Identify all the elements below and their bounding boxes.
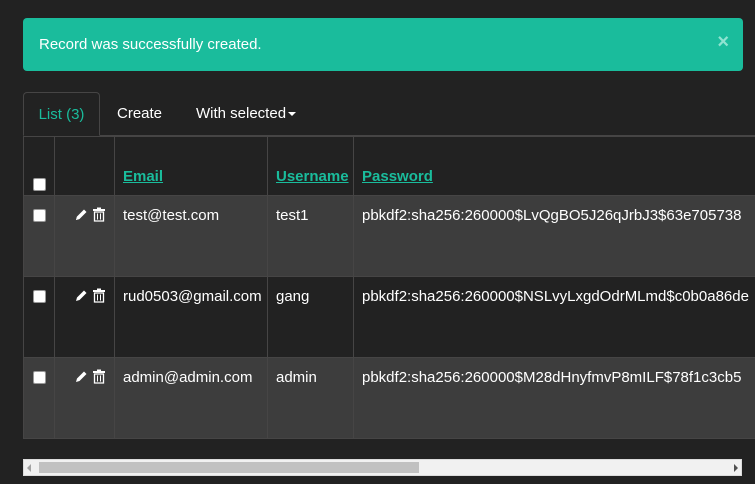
pencil-icon[interactable]: [74, 207, 88, 222]
row-actions-cell: [54, 195, 115, 277]
row-password-cell: pbkdf2:sha256:260000$M28dHnyfmvP8mILF$78…: [353, 357, 755, 439]
row-checkbox[interactable]: [32, 209, 46, 222]
trash-icon[interactable]: [92, 288, 106, 303]
page: Record was successfully created. × List …: [0, 0, 755, 484]
table-row: admin@admin.com admin pbkdf2:sha256:2600…: [23, 357, 755, 439]
row-select-cell: [23, 357, 55, 439]
row-checkbox[interactable]: [32, 371, 46, 384]
trash-icon[interactable]: [92, 207, 106, 222]
header-select-cell: [23, 136, 55, 196]
sort-username-link[interactable]: Username: [276, 168, 349, 185]
header-email-cell: Email: [114, 136, 268, 196]
row-actions-cell: [54, 276, 115, 358]
row-select-cell: [23, 195, 55, 277]
row-username-cell: gang: [267, 276, 354, 358]
row-email-cell: admin@admin.com: [114, 357, 268, 439]
alert-message: Record was successfully created.: [39, 36, 262, 53]
scroll-right-arrow-icon[interactable]: [734, 464, 738, 472]
table-header-row: Email Username Password: [23, 136, 755, 196]
row-password-cell: pbkdf2:sha256:260000$NSLvyLxgdOdrMLmd$c0…: [353, 276, 755, 358]
scroll-left-arrow-icon[interactable]: [27, 464, 31, 472]
header-password-cell: Password: [353, 136, 755, 196]
table-container: Email Username Password test@test.com te…: [23, 136, 755, 439]
nav-tabs: List (3) Create With selected: [23, 92, 755, 136]
table-row: test@test.com test1 pbkdf2:sha256:260000…: [23, 195, 755, 277]
tab-create[interactable]: Create: [117, 92, 162, 136]
tab-with-selected-dropdown[interactable]: With selected: [196, 92, 297, 136]
tab-list-label: List (3): [38, 106, 85, 123]
tab-list[interactable]: List (3): [23, 92, 100, 136]
horizontal-scrollbar[interactable]: [23, 459, 742, 476]
sort-email-link[interactable]: Email: [123, 168, 163, 185]
tab-with-selected-label: With selected: [196, 105, 287, 122]
scrollbar-thumb[interactable]: [39, 462, 419, 473]
records-table: Email Username Password test@test.com te…: [23, 136, 755, 439]
caret-down-icon: [288, 112, 297, 117]
tab-create-label: Create: [117, 105, 163, 122]
row-username-cell: admin: [267, 357, 354, 439]
success-alert: Record was successfully created. ×: [23, 18, 743, 71]
sort-password-link[interactable]: Password: [362, 168, 433, 185]
header-username-cell: Username: [267, 136, 354, 196]
header-actions-cell: [54, 136, 115, 196]
row-email-cell: rud0503@gmail.com: [114, 276, 268, 358]
row-select-cell: [23, 276, 55, 358]
alert-close-button[interactable]: ×: [717, 31, 729, 53]
trash-icon[interactable]: [92, 369, 106, 384]
row-checkbox[interactable]: [32, 290, 46, 303]
row-username-cell: test1: [267, 195, 354, 277]
row-email-cell: test@test.com: [114, 195, 268, 277]
pencil-icon[interactable]: [74, 288, 88, 303]
pencil-icon[interactable]: [74, 369, 88, 384]
row-password-cell: pbkdf2:sha256:260000$LvQgBO5J26qJrbJ3$63…: [353, 195, 755, 277]
row-actions-cell: [54, 357, 115, 439]
select-all-checkbox[interactable]: [32, 178, 46, 191]
table-row: rud0503@gmail.com gang pbkdf2:sha256:260…: [23, 276, 755, 358]
